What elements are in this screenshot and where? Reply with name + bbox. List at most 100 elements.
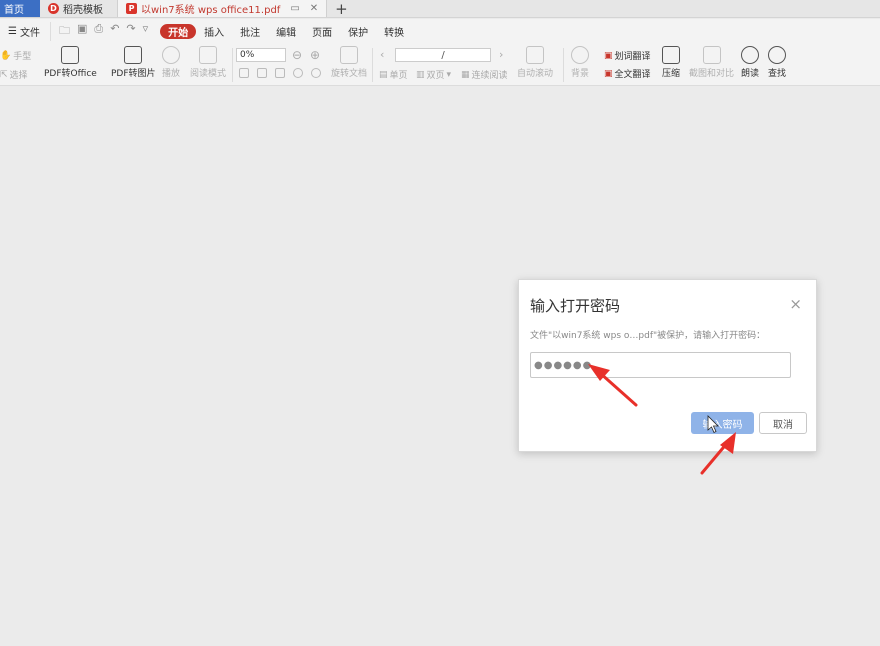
crop-compare-label: 截图和对比 <box>689 69 735 79</box>
open-folder-icon[interactable]: 🗀 <box>59 22 70 41</box>
hand-label: 手型 <box>13 52 32 62</box>
fit-width-icon[interactable] <box>275 68 285 78</box>
zoom-input[interactable]: 0% <box>236 48 286 62</box>
zoom-out-icon[interactable]: ⊖ <box>292 48 302 62</box>
continuous-icon: ▦ <box>461 69 470 80</box>
rotate-doc-label: 旋转文档 <box>331 69 368 79</box>
save-icon[interactable]: ▣ <box>77 22 87 41</box>
pdf-to-office-button[interactable]: PDF转Office <box>44 46 97 79</box>
menu-page[interactable]: 页面 <box>304 24 340 39</box>
prev-page-icon[interactable]: ‹ <box>380 48 384 61</box>
select-label: 选择 <box>9 71 28 81</box>
tab-restore-icon[interactable]: ▭ <box>290 3 299 14</box>
hamburger-icon: ☰ <box>8 26 17 37</box>
word-translate-button[interactable]: ▣ 划词翻译 <box>604 49 651 63</box>
double-page-button[interactable]: ▥ 双页 ▾ <box>416 68 451 82</box>
tab-document[interactable]: P 以win7系统 wps office11.pdf ▭ ✕ <box>117 0 328 17</box>
auto-scroll-label: 自动滚动 <box>517 69 554 79</box>
continuous-read-button[interactable]: ▦ 连续阅读 <box>461 68 508 82</box>
rotate-right-icon[interactable] <box>311 68 321 78</box>
play-label: 播放 <box>162 69 181 79</box>
pdf-to-image-button[interactable]: PDF转图片 <box>111 46 156 79</box>
full-translate-button[interactable]: ▣ 全文翻译 <box>604 67 651 81</box>
menu-start[interactable]: 开始 <box>160 24 197 39</box>
confirm-password-button[interactable]: 输入密码 <box>691 412 754 434</box>
read-mode-button[interactable]: 阅读模式 <box>190 46 226 79</box>
ribbon-divider <box>563 48 564 82</box>
read-aloud-label: 朗读 <box>741 69 760 79</box>
single-page-icon: ▤ <box>379 69 388 80</box>
quick-access-toolbar: 🗀 ▣ ⎙ ↶ ↷ ▿ <box>49 22 156 41</box>
cancel-label: 取消 <box>773 419 793 431</box>
undo-icon[interactable]: ↶ <box>110 22 119 41</box>
search-icon <box>768 46 786 64</box>
close-icon[interactable]: × <box>789 295 802 313</box>
rotate-doc-button[interactable]: 旋转文档 <box>331 46 367 79</box>
zoom-value: 0% <box>240 50 255 60</box>
new-tab-plus-icon[interactable]: + <box>327 0 356 18</box>
find-button[interactable]: 查找 <box>768 46 786 79</box>
ribbon-divider <box>372 48 373 82</box>
tab-bar: 首页 D 稻壳模板 P 以win7系统 wps office11.pdf ▭ ✕… <box>0 0 880 18</box>
pdf-to-office-label: PDF转Office <box>44 69 97 79</box>
auto-scroll-icon <box>526 46 544 64</box>
redo-icon[interactable]: ↷ <box>126 22 135 41</box>
menu-edit[interactable]: 编辑 <box>268 24 304 39</box>
read-aloud-button[interactable]: 朗读 <box>741 46 759 79</box>
dialog-title: 输入打开密码 <box>530 297 621 315</box>
page-number-input[interactable]: / <box>395 48 491 62</box>
cursor-icon: ⇱ <box>0 69 8 80</box>
menu-convert[interactable]: 转换 <box>376 24 412 39</box>
menu-protect[interactable]: 保护 <box>340 24 376 39</box>
double-page-icon: ▥ <box>416 69 425 80</box>
select-tool[interactable]: ⇱ 选择 <box>0 68 28 82</box>
rotate-doc-icon <box>340 46 358 64</box>
find-label: 查找 <box>768 69 787 79</box>
background-label: 背景 <box>571 69 590 79</box>
full-translate-icon: ▣ <box>604 68 613 79</box>
menu-annotate[interactable]: 批注 <box>232 24 268 39</box>
print-icon[interactable]: ⎙ <box>94 22 103 41</box>
password-dialog: 输入打开密码 × 文件"以win7系统 wps o…pdf"被保护，请输入打开密… <box>518 279 817 452</box>
crop-compare-icon <box>702 46 721 64</box>
actual-size-icon[interactable] <box>239 68 249 78</box>
tab-template[interactable]: D 稻壳模板 <box>40 0 111 17</box>
pdf-to-image-label: PDF转图片 <box>111 69 156 79</box>
pdf-to-image-icon <box>124 46 143 64</box>
menu-insert[interactable]: 插入 <box>196 24 232 39</box>
pdf-file-icon: P <box>126 3 137 14</box>
single-page-button[interactable]: ▤ 单页 <box>379 68 408 82</box>
crop-compare-button[interactable]: 截图和对比 <box>689 46 734 79</box>
customize-dropdown-icon[interactable]: ▿ <box>143 22 149 41</box>
daoke-logo-icon: D <box>48 3 59 14</box>
hand-tool[interactable]: ✋ 手型 <box>0 49 32 63</box>
dialog-message: 文件"以win7系统 wps o…pdf"被保护，请输入打开密码： <box>530 331 766 341</box>
menu-file[interactable]: ☰ 文件 <box>0 24 48 39</box>
continuous-read-label: 连续阅读 <box>471 71 508 81</box>
tab-document-label: 以win7系统 wps office11.pdf <box>141 5 281 16</box>
auto-scroll-button[interactable]: 自动滚动 <box>517 46 553 79</box>
play-button[interactable]: 播放 <box>162 46 180 79</box>
cancel-button[interactable]: 取消 <box>759 412 807 434</box>
moon-icon <box>571 46 589 64</box>
zoom-in-icon[interactable]: ⊕ <box>310 48 320 62</box>
menu-file-label: 文件 <box>19 28 40 39</box>
background-button[interactable]: 背景 <box>571 46 589 79</box>
next-page-icon[interactable]: › <box>499 48 503 61</box>
tab-home-label: 首页 <box>4 5 24 16</box>
ribbon-toolbar: ✋ 手型 ⇱ 选择 PDF转Office PDF转图片 播放 阅读模式 0% ⊖ ⊕… <box>0 44 880 86</box>
translate-icon: ▣ <box>604 50 613 61</box>
page-value: / <box>441 49 445 61</box>
word-translate-label: 划词翻译 <box>614 52 651 62</box>
password-input[interactable]: ●●●●●● <box>530 352 791 378</box>
compress-button[interactable]: 压缩 <box>662 46 680 79</box>
compress-icon <box>662 46 680 64</box>
hand-icon: ✋ <box>0 50 12 61</box>
tab-close-icon[interactable]: ✕ <box>310 3 318 14</box>
tab-home[interactable]: 首页 <box>0 0 40 17</box>
compress-label: 压缩 <box>662 69 681 79</box>
rotate-left-icon[interactable] <box>293 68 303 78</box>
menu-bar: ☰ 文件 🗀 ▣ ⎙ ↶ ↷ ▿ 开始 插入 批注 编辑 页面 保护 转换 <box>0 19 880 44</box>
single-page-label: 单页 <box>389 71 408 81</box>
fit-page-icon[interactable] <box>257 68 267 78</box>
